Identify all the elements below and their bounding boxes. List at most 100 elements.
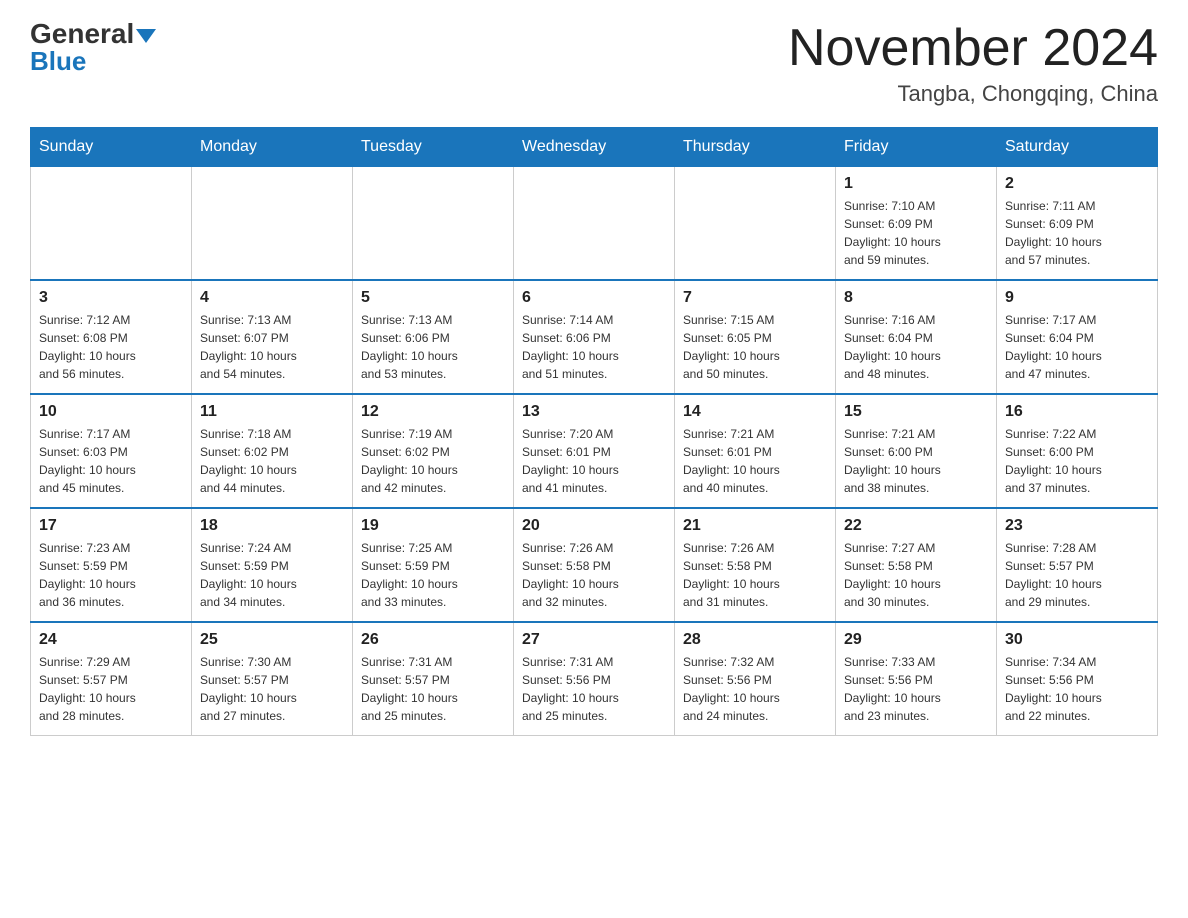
day-number: 17 (39, 517, 183, 535)
calendar-cell: 7 Sunrise: 7:15 AMSunset: 6:05 PMDaylight… (675, 280, 836, 394)
day-number: 29 (844, 631, 988, 649)
calendar-cell: 22Sunrise: 7:27 AMSunset: 5:58 PMDayligh… (836, 508, 997, 622)
day-info: Sunrise: 7:11 AMSunset: 6:09 PMDaylight:… (1005, 197, 1149, 269)
calendar-cell (514, 167, 675, 281)
calendar-cell: 25 Sunrise: 7:30 AMSunset: 5:57 PMDayligh… (192, 622, 353, 736)
calendar-cell: 21 Sunrise: 7:26 AMSunset: 5:58 PMDayligh… (675, 508, 836, 622)
calendar-cell: 6Sunrise: 7:14 AMSunset: 6:06 PMDaylight… (514, 280, 675, 394)
day-info: Sunrise: 7:17 AMSunset: 6:04 PMDaylight:… (1005, 311, 1149, 383)
calendar-cell: 26 Sunrise: 7:31 AMSunset: 5:57 PMDayligh… (353, 622, 514, 736)
day-number: 12 (361, 403, 505, 421)
day-number: 19 (361, 517, 505, 535)
calendar-cell: 2 Sunrise: 7:11 AMSunset: 6:09 PMDaylight… (997, 167, 1158, 281)
day-info: Sunrise: 7:19 AMSunset: 6:02 PMDaylight:… (361, 425, 505, 497)
day-number: 4 (200, 289, 344, 307)
day-info: Sunrise: 7:26 AMSunset: 5:58 PMDaylight:… (683, 539, 827, 611)
month-title: November 2024 (788, 20, 1158, 77)
day-number: 15 (844, 403, 988, 421)
day-info: Sunrise: 7:34 AMSunset: 5:56 PMDaylight:… (1005, 653, 1149, 725)
day-info: Sunrise: 7:24 AMSunset: 5:59 PMDaylight:… (200, 539, 344, 611)
weekday-header-wednesday: Wednesday (514, 128, 675, 167)
calendar-cell: 18 Sunrise: 7:24 AMSunset: 5:59 PMDayligh… (192, 508, 353, 622)
page-header: General Blue November 2024 Tangba, Chong… (30, 20, 1158, 107)
title-area: November 2024 Tangba, Chongqing, China (788, 20, 1158, 107)
logo: General Blue (30, 20, 156, 77)
weekday-header-tuesday: Tuesday (353, 128, 514, 167)
calendar-cell: 14 Sunrise: 7:21 AMSunset: 6:01 PMDayligh… (675, 394, 836, 508)
calendar-week-row: 10 Sunrise: 7:17 AMSunset: 6:03 PMDayligh… (31, 394, 1158, 508)
calendar-week-row: 17 Sunrise: 7:23 AMSunset: 5:59 PMDayligh… (31, 508, 1158, 622)
day-info: Sunrise: 7:21 AMSunset: 6:00 PMDaylight:… (844, 425, 988, 497)
day-info: Sunrise: 7:12 AMSunset: 6:08 PMDaylight:… (39, 311, 183, 383)
calendar-week-row: 1 Sunrise: 7:10 AMSunset: 6:09 PMDaylight… (31, 167, 1158, 281)
day-number: 28 (683, 631, 827, 649)
day-info: Sunrise: 7:18 AMSunset: 6:02 PMDaylight:… (200, 425, 344, 497)
calendar-cell: 23Sunrise: 7:28 AMSunset: 5:57 PMDayligh… (997, 508, 1158, 622)
calendar-cell: 1 Sunrise: 7:10 AMSunset: 6:09 PMDaylight… (836, 167, 997, 281)
day-number: 22 (844, 517, 988, 535)
calendar-cell: 28 Sunrise: 7:32 AMSunset: 5:56 PMDayligh… (675, 622, 836, 736)
day-info: Sunrise: 7:23 AMSunset: 5:59 PMDaylight:… (39, 539, 183, 611)
day-info: Sunrise: 7:30 AMSunset: 5:57 PMDaylight:… (200, 653, 344, 725)
weekday-header-row: SundayMondayTuesdayWednesdayThursdayFrid… (31, 128, 1158, 167)
calendar-cell: 11 Sunrise: 7:18 AMSunset: 6:02 PMDayligh… (192, 394, 353, 508)
day-info: Sunrise: 7:31 AMSunset: 5:57 PMDaylight:… (361, 653, 505, 725)
calendar-cell (675, 167, 836, 281)
day-number: 16 (1005, 403, 1149, 421)
day-number: 24 (39, 631, 183, 649)
day-info: Sunrise: 7:17 AMSunset: 6:03 PMDaylight:… (39, 425, 183, 497)
day-info: Sunrise: 7:20 AMSunset: 6:01 PMDaylight:… (522, 425, 666, 497)
calendar-cell: 16 Sunrise: 7:22 AMSunset: 6:00 PMDayligh… (997, 394, 1158, 508)
day-number: 7 (683, 289, 827, 307)
day-number: 1 (844, 175, 988, 193)
day-info: Sunrise: 7:26 AMSunset: 5:58 PMDaylight:… (522, 539, 666, 611)
calendar-cell: 20 Sunrise: 7:26 AMSunset: 5:58 PMDayligh… (514, 508, 675, 622)
weekday-header-friday: Friday (836, 128, 997, 167)
day-number: 5 (361, 289, 505, 307)
day-number: 3 (39, 289, 183, 307)
day-number: 30 (1005, 631, 1149, 649)
calendar-table: SundayMondayTuesdayWednesdayThursdayFrid… (30, 127, 1158, 736)
day-number: 21 (683, 517, 827, 535)
calendar-week-row: 3 Sunrise: 7:12 AMSunset: 6:08 PMDaylight… (31, 280, 1158, 394)
calendar-cell: 4Sunrise: 7:13 AMSunset: 6:07 PMDaylight… (192, 280, 353, 394)
day-number: 9 (1005, 289, 1149, 307)
day-number: 27 (522, 631, 666, 649)
day-number: 10 (39, 403, 183, 421)
day-info: Sunrise: 7:15 AMSunset: 6:05 PMDaylight:… (683, 311, 827, 383)
day-info: Sunrise: 7:32 AMSunset: 5:56 PMDaylight:… (683, 653, 827, 725)
calendar-cell (353, 167, 514, 281)
weekday-header-thursday: Thursday (675, 128, 836, 167)
day-number: 14 (683, 403, 827, 421)
day-info: Sunrise: 7:33 AMSunset: 5:56 PMDaylight:… (844, 653, 988, 725)
day-number: 11 (200, 403, 344, 421)
calendar-cell: 17 Sunrise: 7:23 AMSunset: 5:59 PMDayligh… (31, 508, 192, 622)
day-info: Sunrise: 7:21 AMSunset: 6:01 PMDaylight:… (683, 425, 827, 497)
calendar-cell: 10 Sunrise: 7:17 AMSunset: 6:03 PMDayligh… (31, 394, 192, 508)
day-info: Sunrise: 7:22 AMSunset: 6:00 PMDaylight:… (1005, 425, 1149, 497)
day-info: Sunrise: 7:16 AMSunset: 6:04 PMDaylight:… (844, 311, 988, 383)
day-info: Sunrise: 7:14 AMSunset: 6:06 PMDaylight:… (522, 311, 666, 383)
day-number: 26 (361, 631, 505, 649)
day-number: 20 (522, 517, 666, 535)
day-number: 2 (1005, 175, 1149, 193)
calendar-cell: 13 Sunrise: 7:20 AMSunset: 6:01 PMDayligh… (514, 394, 675, 508)
day-info: Sunrise: 7:10 AMSunset: 6:09 PMDaylight:… (844, 197, 988, 269)
logo-blue: Blue (30, 46, 86, 77)
day-number: 18 (200, 517, 344, 535)
logo-general: General (30, 20, 156, 48)
calendar-cell: 5Sunrise: 7:13 AMSunset: 6:06 PMDaylight… (353, 280, 514, 394)
calendar-week-row: 24 Sunrise: 7:29 AMSunset: 5:57 PMDayligh… (31, 622, 1158, 736)
day-number: 8 (844, 289, 988, 307)
calendar-cell: 29 Sunrise: 7:33 AMSunset: 5:56 PMDayligh… (836, 622, 997, 736)
day-info: Sunrise: 7:31 AMSunset: 5:56 PMDaylight:… (522, 653, 666, 725)
day-info: Sunrise: 7:29 AMSunset: 5:57 PMDaylight:… (39, 653, 183, 725)
day-number: 13 (522, 403, 666, 421)
logo-triangle-icon (136, 29, 156, 43)
calendar-cell: 12 Sunrise: 7:19 AMSunset: 6:02 PMDayligh… (353, 394, 514, 508)
calendar-cell: 24 Sunrise: 7:29 AMSunset: 5:57 PMDayligh… (31, 622, 192, 736)
day-number: 25 (200, 631, 344, 649)
calendar-cell: 3 Sunrise: 7:12 AMSunset: 6:08 PMDaylight… (31, 280, 192, 394)
day-info: Sunrise: 7:25 AMSunset: 5:59 PMDaylight:… (361, 539, 505, 611)
calendar-cell: 8 Sunrise: 7:16 AMSunset: 6:04 PMDaylight… (836, 280, 997, 394)
